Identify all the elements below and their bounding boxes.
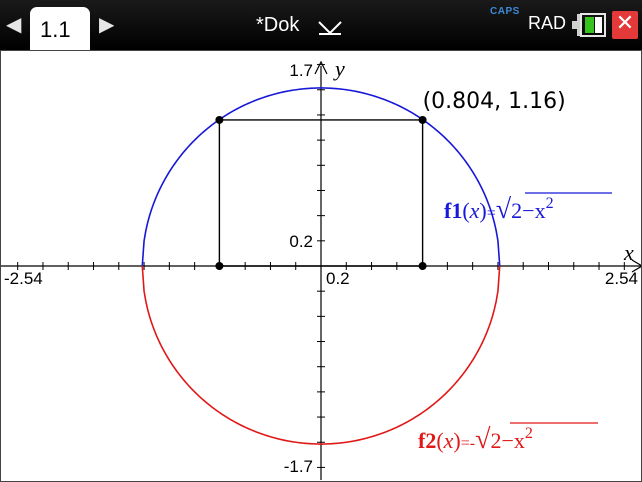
rectangle-vertex-point[interactable]: [418, 262, 427, 270]
f2-label[interactable]: f2(x)=-√2−x2: [418, 424, 533, 455]
y-min-label: -1.7: [284, 457, 313, 476]
document-title[interactable]: *Dok: [256, 14, 299, 37]
calculator-screen: ◀ 1.1 ▶ *Dok CAPS RAD ✕ -2.54 2.54 0.2 0.2 1…: [0, 0, 642, 482]
rectangle-vertex-point[interactable]: [418, 115, 427, 124]
close-icon: ✕: [615, 11, 635, 36]
battery-icon: [572, 13, 606, 37]
close-button[interactable]: ✕: [612, 11, 638, 39]
y-axis-label: y: [333, 56, 345, 81]
x-axis-label: x: [623, 240, 634, 265]
next-page-icon[interactable]: ▶: [99, 14, 114, 34]
y-scale-label: 0.2: [289, 232, 313, 251]
chevron-down-icon[interactable]: [318, 21, 342, 35]
rectangle-vertex-point[interactable]: [215, 115, 224, 124]
top-bar: ◀ 1.1 ▶ *Dok CAPS RAD ✕: [0, 0, 642, 50]
point-coordinates-label: (0.804, 1.16): [423, 89, 566, 114]
previous-page-icon[interactable]: ◀: [6, 14, 21, 34]
f1-label[interactable]: f1(x)=√2−x2: [444, 194, 554, 225]
x-scale-label: 0.2: [326, 269, 350, 288]
graph-canvas[interactable]: -2.54 2.54 0.2 0.2 1.7 -1.7 y x (0.804, 1.16) f1(…: [0, 50, 642, 482]
tab-label: 1.1: [40, 17, 71, 42]
caps-indicator: CAPS: [490, 6, 520, 17]
y-max-label: 1.7: [289, 61, 313, 80]
rectangle-vertex-point[interactable]: [215, 262, 224, 270]
angle-mode-indicator: RAD: [528, 13, 567, 33]
x-min-label: -2.54: [4, 269, 43, 288]
tab-page-1-1[interactable]: 1.1: [30, 7, 90, 50]
x-max-label: 2.54: [605, 269, 638, 288]
